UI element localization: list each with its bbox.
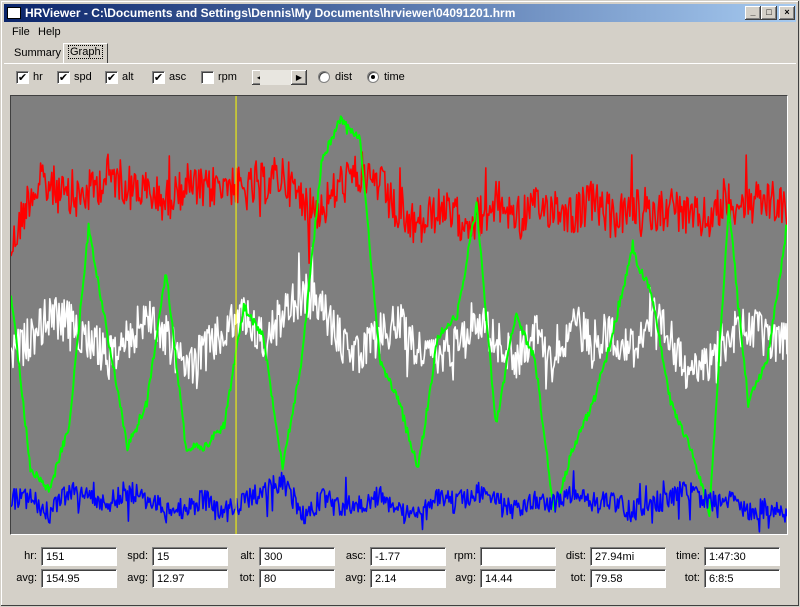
checkbox-hr-label: hr <box>33 71 43 83</box>
stat-current-dist-field[interactable]: 27.94mi <box>590 547 666 566</box>
title-bar[interactable]: HRViewer - C:\Documents and Settings\Den… <box>4 4 796 22</box>
radio-dist-dot[interactable] <box>318 71 330 83</box>
stat-current-rpm-field[interactable] <box>480 547 556 566</box>
stat-summary-hr-field[interactable]: 154.95 <box>41 569 117 588</box>
menu-file[interactable]: File <box>12 26 30 38</box>
menu-help[interactable]: Help <box>38 26 61 38</box>
stat-summary-rpm-label: avg: <box>455 572 476 584</box>
stat-summary-spd-label: avg: <box>127 572 148 584</box>
radio-time-label: time <box>384 71 405 83</box>
checkbox-hr-box[interactable]: ✔ <box>16 71 29 84</box>
stat-current-alt-label: alt: <box>240 550 255 562</box>
checkbox-asc-label: asc <box>169 71 187 83</box>
stat-summary-alt-field[interactable]: 80 <box>259 569 335 588</box>
stat-current-hr-field[interactable]: 151 <box>41 547 117 566</box>
hr-graph[interactable] <box>11 96 787 534</box>
app-window: HRViewer - C:\Documents and Settings\Den… <box>0 0 800 607</box>
stat-summary-asc-field[interactable]: 2.14 <box>370 569 446 588</box>
checkbox-rpm-box[interactable] <box>201 71 214 84</box>
checkbox-spd-label: spd <box>74 71 92 83</box>
stat-current-time-field[interactable]: 1:47:30 <box>704 547 780 566</box>
tab-graph-label: Graph <box>68 45 103 59</box>
stat-current-time-label: time: <box>676 550 700 562</box>
stat-current-asc-label: asc: <box>345 550 366 562</box>
maximize-button[interactable]: □ <box>761 6 777 20</box>
stat-summary-time-label: tot: <box>684 572 700 584</box>
tab-graph[interactable]: Graph <box>63 43 108 63</box>
minimize-button[interactable]: _ <box>745 6 761 20</box>
checkbox-alt-label: alt <box>122 71 134 83</box>
scroll-right-button[interactable]: ▶ <box>291 70 307 85</box>
menu-bar: File Help <box>4 23 796 41</box>
stat-current-spd-label: spd: <box>127 550 148 562</box>
tab-bar: Summary Graph <box>4 42 796 64</box>
app-icon <box>7 7 21 19</box>
stat-current-dist-label: dist: <box>565 550 586 562</box>
stat-summary-rpm-field[interactable]: 14.44 <box>480 569 556 588</box>
stat-summary-asc-label: avg: <box>345 572 366 584</box>
checkbox-alt-box[interactable]: ✔ <box>105 71 118 84</box>
checkbox-rpm-label: rpm <box>218 71 237 83</box>
radio-time-dot[interactable] <box>367 71 379 83</box>
checkbox-asc-box[interactable]: ✔ <box>152 71 165 84</box>
stat-current-spd-field[interactable]: 15 <box>152 547 228 566</box>
radio-dist-label: dist <box>335 71 353 83</box>
stat-current-asc-field[interactable]: -1.77 <box>370 547 446 566</box>
stats-panel: hr: 151 spd: 15 alt: 300 asc: -1.77 rpm: dist: 27.… <box>4 545 796 595</box>
stat-summary-dist-label: tot: <box>570 572 586 584</box>
window-title: HRViewer - C:\Documents and Settings\Den… <box>25 6 516 20</box>
stat-summary-dist-field[interactable]: 79.58 <box>590 569 666 588</box>
graph-controls: ✔ hr ✔ spd ✔ alt ✔ asc rpm ◀ ▶ dist time <box>4 67 796 91</box>
checkbox-spd-box[interactable]: ✔ <box>57 71 70 84</box>
stat-current-hr-label: hr: <box>24 550 37 562</box>
stat-summary-hr-label: avg: <box>16 572 37 584</box>
stat-summary-time-field[interactable]: 6:8:5 <box>704 569 780 588</box>
close-button[interactable]: × <box>779 6 795 20</box>
tab-summary[interactable]: Summary <box>9 45 66 62</box>
tab-divider <box>4 63 796 64</box>
stat-summary-spd-field[interactable]: 12.97 <box>152 569 228 588</box>
stat-current-rpm-label: rpm: <box>454 550 476 562</box>
stat-summary-alt-label: tot: <box>239 572 255 584</box>
stat-current-alt-field[interactable]: 300 <box>259 547 335 566</box>
